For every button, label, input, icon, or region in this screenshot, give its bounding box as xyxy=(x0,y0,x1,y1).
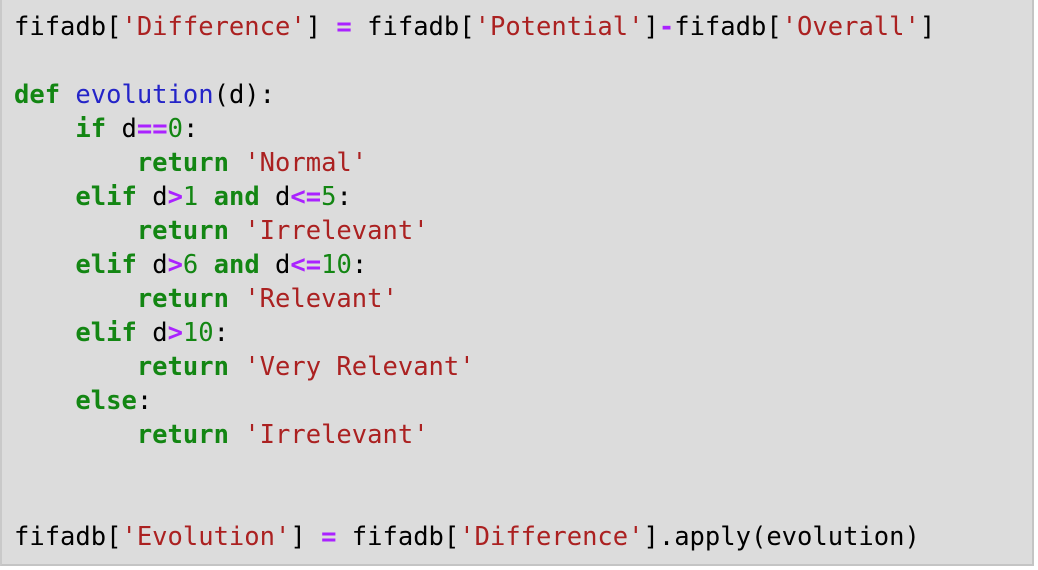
code-text: d xyxy=(136,318,168,348)
keyword: return xyxy=(136,420,229,450)
number-literal: 0 xyxy=(167,114,183,144)
string-literal: 'Difference' xyxy=(459,522,644,552)
code-line: fifadb['Difference'] = fifadb['Potential… xyxy=(14,10,935,44)
code-text: fifadb[ xyxy=(336,522,460,552)
code-line: elif d>1 and d<=5: xyxy=(14,180,935,214)
code-line: fifadb['Evolution'] = fifadb['Difference… xyxy=(14,520,935,554)
code-line: elif d>10: xyxy=(14,316,935,350)
keyword: return xyxy=(136,148,229,178)
keyword: else xyxy=(75,386,137,416)
number-literal: 1 xyxy=(182,182,199,212)
operator: <= xyxy=(290,250,322,280)
code-text: fifadb[ xyxy=(674,12,782,42)
code-line: return 'Irrelevant' xyxy=(14,214,935,248)
code-line: elif d>6 and d<=10: xyxy=(14,248,935,282)
operator: = xyxy=(321,522,337,552)
function-name: evolution xyxy=(75,80,214,110)
string-literal: 'Relevant' xyxy=(244,284,398,314)
code-text: d xyxy=(259,250,291,280)
code-text: (d): xyxy=(213,80,276,110)
string-literal: 'Evolution' xyxy=(121,522,291,552)
code-line: else: xyxy=(14,384,935,418)
keyword: elif xyxy=(75,182,137,212)
code-text: ] xyxy=(305,12,337,42)
code-text: : xyxy=(136,386,153,416)
code-line: return 'Normal' xyxy=(14,146,935,180)
code-line: def evolution(d): xyxy=(14,78,935,112)
keyword: return xyxy=(136,284,229,314)
keyword: and xyxy=(213,182,260,212)
string-literal: 'Potential' xyxy=(474,12,644,42)
operator: > xyxy=(167,182,183,212)
code-cell[interactable]: fifadb['Difference'] = fifadb['Potential… xyxy=(0,0,1034,566)
number-literal: 6 xyxy=(182,250,199,280)
code-line: if d==0: xyxy=(14,112,935,146)
string-literal: 'Difference' xyxy=(121,12,306,42)
string-literal: 'Irrelevant' xyxy=(244,420,429,450)
code-text: ] xyxy=(290,522,322,552)
code-text: fifadb[ xyxy=(14,522,122,552)
code-text: ].apply(evolution) xyxy=(643,522,920,552)
code-text: : xyxy=(336,182,352,212)
code-text: d xyxy=(259,182,291,212)
code-text: d xyxy=(136,182,168,212)
code-text: : xyxy=(213,318,229,348)
code-line: return 'Very Relevant' xyxy=(14,350,935,384)
string-literal: 'Overall' xyxy=(781,12,920,42)
code-text: fifadb[ xyxy=(14,12,122,42)
keyword: elif xyxy=(75,318,137,348)
keyword: if xyxy=(75,114,107,144)
operator: - xyxy=(658,12,675,42)
string-literal: 'Normal' xyxy=(244,148,368,178)
code-text: d xyxy=(106,114,137,144)
code-line: return 'Relevant' xyxy=(14,282,935,316)
keyword: and xyxy=(213,250,260,280)
string-literal: 'Irrelevant' xyxy=(244,216,429,246)
operator: == xyxy=(136,114,168,144)
code-text: ] xyxy=(919,12,936,42)
operator: > xyxy=(167,250,183,280)
keyword: elif xyxy=(75,250,137,280)
number-literal: 10 xyxy=(321,250,352,280)
code-text: d xyxy=(136,250,168,280)
keyword: def xyxy=(14,80,61,110)
keyword: return xyxy=(136,216,229,246)
operator: <= xyxy=(290,182,322,212)
code-text: : xyxy=(182,114,199,144)
string-literal: 'Very Relevant' xyxy=(244,352,475,382)
code-text: : xyxy=(351,250,368,280)
number-literal: 10 xyxy=(182,318,214,348)
number-literal: 5 xyxy=(321,182,337,212)
code-line: return 'Irrelevant' xyxy=(14,418,935,452)
operator: > xyxy=(167,318,183,348)
keyword: return xyxy=(136,352,229,382)
code-editor[interactable]: fifadb['Difference'] = fifadb['Potential… xyxy=(14,10,935,554)
code-text: ] xyxy=(643,12,659,42)
code-text: fifadb[ xyxy=(351,12,475,42)
operator: = xyxy=(336,12,352,42)
